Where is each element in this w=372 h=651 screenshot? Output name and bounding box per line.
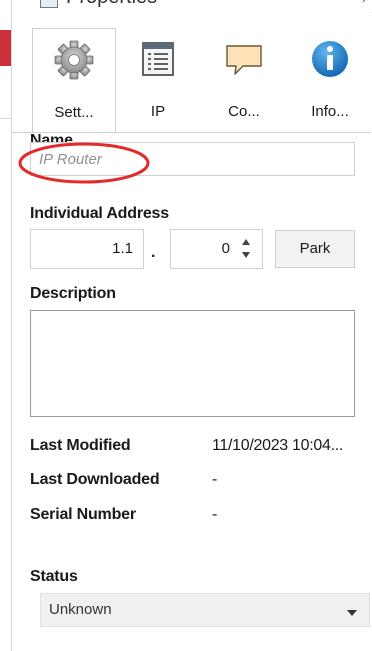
park-button[interactable]: Park <box>275 230 355 268</box>
status-selected-value: Unknown <box>49 601 112 618</box>
status-label: Status <box>30 568 78 585</box>
properties-tabs: Sett... IP Co... Info... <box>12 28 371 133</box>
description-field[interactable] <box>30 310 355 417</box>
stepper-up-icon[interactable] <box>242 239 250 245</box>
chevron-down-icon <box>347 610 357 616</box>
serial-number-label: Serial Number <box>30 506 136 523</box>
last-downloaded-value: - <box>212 471 218 488</box>
host-selection-marker <box>0 30 11 66</box>
individual-address-label: Individual Address <box>30 205 169 222</box>
tab-comments[interactable]: Co... <box>208 28 280 132</box>
serial-number-value: - <box>212 506 218 523</box>
gear-icon <box>53 39 95 81</box>
name-field[interactable] <box>30 142 355 176</box>
tab-settings[interactable]: Sett... <box>32 28 116 133</box>
tab-info[interactable]: Info... <box>294 28 366 132</box>
description-label: Description <box>30 285 116 302</box>
tab-ip[interactable]: IP <box>122 28 194 132</box>
tab-settings-label: Sett... <box>54 104 94 121</box>
host-divider <box>0 118 11 119</box>
last-modified-value: 11/10/2023 10:04... <box>212 437 344 454</box>
app-root: Properties › <box>0 0 372 651</box>
device-address-stepper[interactable]: 0 <box>170 229 263 269</box>
collapse-arrow-icon[interactable]: › <box>362 0 366 6</box>
tab-comments-label: Co... <box>228 103 260 120</box>
last-downloaded-label: Last Downloaded <box>30 471 160 488</box>
list-window-icon <box>137 38 179 80</box>
properties-window-icon <box>40 0 58 8</box>
tab-ip-label: IP <box>150 103 166 120</box>
area-line-value: 1.1 <box>112 240 133 257</box>
stepper-arrows[interactable] <box>240 236 254 262</box>
info-icon <box>309 38 351 80</box>
comment-bubble-icon <box>223 38 265 80</box>
address-separator: . <box>151 244 156 261</box>
stepper-down-icon[interactable] <box>242 252 250 258</box>
panel-title: Properties <box>66 0 157 9</box>
area-line-field[interactable]: 1.1 <box>30 229 144 269</box>
host-app-edge <box>0 0 12 651</box>
device-address-value: 0 <box>221 240 230 257</box>
tab-info-label: Info... <box>311 103 349 120</box>
status-dropdown[interactable]: Unknown <box>40 593 370 627</box>
last-modified-label: Last Modified <box>30 437 131 454</box>
